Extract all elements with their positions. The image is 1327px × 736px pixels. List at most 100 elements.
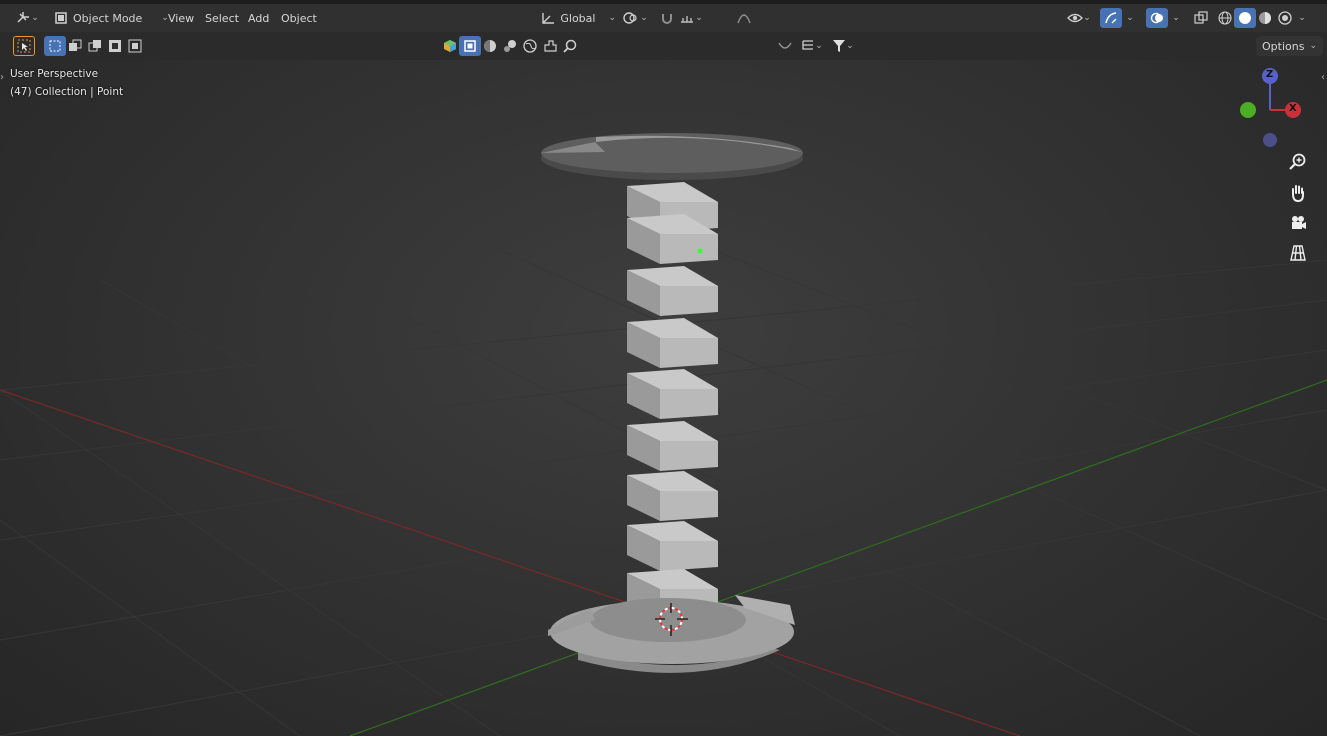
display-mode-dropdown[interactable]: ⌄ — [798, 36, 826, 56]
orthographic-toggle-button[interactable] — [1285, 240, 1311, 266]
options-dropdown[interactable]: Options ⌄ — [1256, 36, 1323, 56]
gizmo-toggle[interactable] — [1100, 8, 1122, 28]
mode-label: Object Mode — [73, 11, 143, 25]
overlays-toggle[interactable] — [1146, 8, 1168, 28]
object-type-material-filter[interactable] — [479, 36, 501, 56]
select-mode-new[interactable] — [44, 36, 66, 56]
chevron-down-icon: ⌄ — [1126, 13, 1134, 23]
object-type-world-filter[interactable] — [519, 36, 541, 56]
x-axis-line — [0, 389, 1021, 736]
hand-icon — [1292, 185, 1304, 202]
snap-increment-icon — [681, 16, 694, 23]
falloff-dropdown[interactable] — [776, 36, 794, 56]
select-mode-extend[interactable] — [64, 36, 86, 56]
pan-button[interactable] — [1285, 180, 1311, 206]
object-type-light-filter[interactable] — [499, 36, 521, 56]
world-icon — [523, 39, 537, 53]
overlays-dropdown[interactable]: ⌄ — [1168, 8, 1184, 28]
stack-block — [627, 421, 718, 471]
select-intersect-icon — [128, 39, 142, 53]
proportional-editing-toggle[interactable] — [733, 8, 755, 28]
armature-icon — [544, 40, 557, 52]
material-icon — [484, 40, 496, 52]
square-outline-icon — [464, 40, 476, 52]
object-type-armature-filter[interactable] — [539, 36, 561, 56]
shading-wireframe-button[interactable] — [1214, 8, 1236, 28]
tool-settings-bar: ⌄ ⌄ Options ⌄ — [0, 32, 1327, 60]
eye-icon — [1067, 13, 1084, 23]
gizmo-z-label: Z — [1266, 69, 1274, 80]
light-icon — [504, 40, 516, 52]
select-mode-subtract[interactable] — [84, 36, 106, 56]
falloff-curve-icon — [778, 42, 792, 49]
object-mode-icon — [55, 12, 67, 24]
select-mode-intersect[interactable] — [124, 36, 146, 56]
xray-toggle[interactable] — [1190, 8, 1212, 28]
orientation-label: Global — [560, 11, 596, 25]
select-invert-icon — [109, 40, 121, 52]
funnel-icon — [833, 40, 846, 52]
sidebar-expand-arrow[interactable]: ‹ — [1321, 72, 1325, 83]
overlays-icon — [1150, 12, 1163, 24]
snap-target-dropdown[interactable]: ⌄ — [676, 8, 706, 28]
chevron-down-icon: ⌄ — [695, 13, 703, 23]
gizmo-icon — [1105, 12, 1117, 24]
chevron-down-icon: ⌄ — [1298, 13, 1306, 23]
chevron-down-icon: ⌄ — [1309, 41, 1317, 51]
camera-icon — [1292, 216, 1306, 229]
snap-toggle[interactable] — [656, 8, 678, 28]
shading-rendered-button[interactable] — [1274, 8, 1296, 28]
stack-block — [627, 318, 718, 368]
pivot-point-button[interactable]: ⌄ — [620, 8, 650, 28]
select-extend-icon — [69, 39, 82, 51]
select-subtract-icon — [88, 40, 101, 52]
viewport-header: ⌄ Object Mode ⌄ View Select Add Object G… — [0, 4, 1327, 32]
stack-block — [627, 369, 718, 419]
shading-solid-button[interactable] — [1234, 8, 1256, 28]
editor-type-button[interactable]: ⌄ — [12, 8, 42, 28]
block-stack — [627, 182, 718, 619]
menu-add[interactable]: Add — [240, 8, 277, 28]
options-label: Options — [1262, 39, 1305, 53]
shading-dropdown[interactable]: ⌄ — [1294, 8, 1310, 28]
menu-object[interactable]: Object — [273, 8, 325, 28]
visibility-dropdown[interactable]: ⌄ — [1062, 8, 1096, 28]
xray-icon — [1194, 11, 1208, 24]
scene-canvas — [0, 133, 1327, 736]
transform-orientation-dropdown[interactable]: Global ⌄ — [534, 8, 622, 28]
magnet-icon — [662, 14, 672, 24]
gizmo-dropdown[interactable]: ⌄ — [1122, 8, 1138, 28]
camera-view-button[interactable] — [1285, 210, 1311, 236]
orientation-icon — [542, 13, 554, 24]
material-sphere-icon — [1259, 12, 1271, 24]
shading-material-button[interactable] — [1254, 8, 1276, 28]
wireframe-sphere-icon — [1218, 11, 1232, 25]
zoom-button[interactable] — [1285, 149, 1311, 175]
object-type-mesh-filter[interactable] — [439, 36, 461, 56]
chevron-down-icon: ⌄ — [1083, 13, 1091, 23]
chevron-down-icon: ⌄ — [846, 41, 854, 51]
zoom-icon — [1289, 153, 1306, 170]
grid-perspective-icon — [1290, 245, 1306, 261]
filter-dropdown[interactable]: ⌄ — [828, 36, 858, 56]
active-tool-button[interactable] — [13, 36, 35, 56]
mode-dropdown[interactable]: Object Mode ⌄ — [48, 8, 175, 28]
object-type-empty-filter[interactable] — [459, 36, 481, 56]
axis-editor-icon — [17, 12, 30, 23]
select-new-icon — [49, 40, 61, 52]
select-mode-invert[interactable] — [104, 36, 126, 56]
3d-viewport[interactable]: User Perspective (47) Collection | Point… — [0, 60, 1327, 736]
menu-view[interactable]: View — [160, 8, 202, 28]
pivot-icon — [623, 12, 637, 24]
toolbar-expand-arrow[interactable]: › — [0, 72, 4, 83]
collection-info: (47) Collection | Point — [10, 86, 124, 98]
stack-block — [627, 471, 718, 521]
chevron-down-icon: ⌄ — [608, 13, 616, 23]
gizmo-x-label: X — [1289, 103, 1297, 114]
select-cursor-icon — [17, 39, 31, 53]
chevron-down-icon: ⌄ — [31, 13, 39, 23]
stack-block — [627, 521, 718, 571]
search-filter-button[interactable] — [559, 36, 581, 56]
solid-sphere-icon — [1239, 12, 1251, 24]
rendered-sphere-icon — [1278, 11, 1292, 25]
